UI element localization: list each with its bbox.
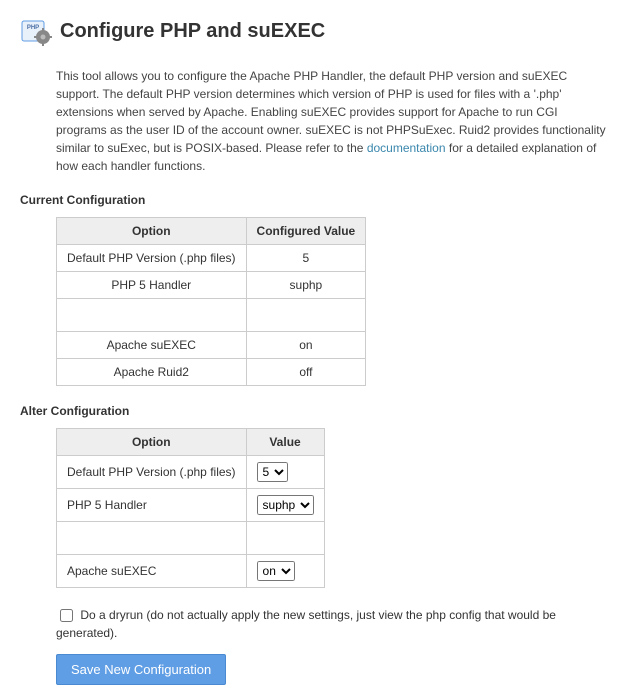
php-config-icon: PHP <box>20 15 52 47</box>
description-text: This tool allows you to configure the Ap… <box>56 67 608 175</box>
table-row: PHP 5 Handler suphp <box>57 272 366 299</box>
table-row: Default PHP Version (.php files) 5 <box>57 456 325 489</box>
cell-option: Apache suEXEC <box>57 555 247 588</box>
dryrun-label-wrapper[interactable]: Do a dryrun (do not actually apply the n… <box>56 608 556 640</box>
cell-value: suphp <box>246 272 366 299</box>
cell-value: off <box>246 359 366 386</box>
table-row: Default PHP Version (.php files) 5 <box>57 245 366 272</box>
col-value: Value <box>246 429 324 456</box>
cell-option: Apache Ruid2 <box>57 359 247 386</box>
svg-text:PHP: PHP <box>27 25 39 31</box>
current-config-table: Option Configured Value Default PHP Vers… <box>56 217 366 386</box>
php-version-select[interactable]: 5 <box>257 462 288 482</box>
alter-config-table: Option Value Default PHP Version (.php f… <box>56 428 325 588</box>
cell-option: PHP 5 Handler <box>57 272 247 299</box>
cell-value: 5 <box>246 456 324 489</box>
dryrun-checkbox[interactable] <box>60 609 73 622</box>
cell-value: on <box>246 332 366 359</box>
dryrun-label: Do a dryrun (do not actually apply the n… <box>56 608 556 640</box>
php5-handler-select[interactable]: suphp <box>257 495 314 515</box>
cell-option: PHP 5 Handler <box>57 489 247 522</box>
dryrun-section: Do a dryrun (do not actually apply the n… <box>56 606 608 642</box>
cell-value: suphp <box>246 489 324 522</box>
current-config-title: Current Configuration <box>20 193 608 207</box>
spacer-row <box>57 522 325 555</box>
cell-value: on <box>246 555 324 588</box>
table-row: Apache suEXEC on <box>57 332 366 359</box>
page-header: PHP Configure PHP and suEXEC <box>20 15 608 47</box>
documentation-link[interactable]: documentation <box>367 141 446 155</box>
table-row: Apache suEXEC on <box>57 555 325 588</box>
col-option: Option <box>57 218 247 245</box>
cell-option: Default PHP Version (.php files) <box>57 245 247 272</box>
cell-option: Default PHP Version (.php files) <box>57 456 247 489</box>
apache-suexec-select[interactable]: on <box>257 561 295 581</box>
save-button[interactable]: Save New Configuration <box>56 654 226 685</box>
spacer-row <box>57 299 366 332</box>
col-configured-value: Configured Value <box>246 218 366 245</box>
alter-config-title: Alter Configuration <box>20 404 608 418</box>
cell-option: Apache suEXEC <box>57 332 247 359</box>
table-row: Apache Ruid2 off <box>57 359 366 386</box>
col-option: Option <box>57 429 247 456</box>
page-title: Configure PHP and suEXEC <box>60 20 325 43</box>
table-row: PHP 5 Handler suphp <box>57 489 325 522</box>
cell-value: 5 <box>246 245 366 272</box>
